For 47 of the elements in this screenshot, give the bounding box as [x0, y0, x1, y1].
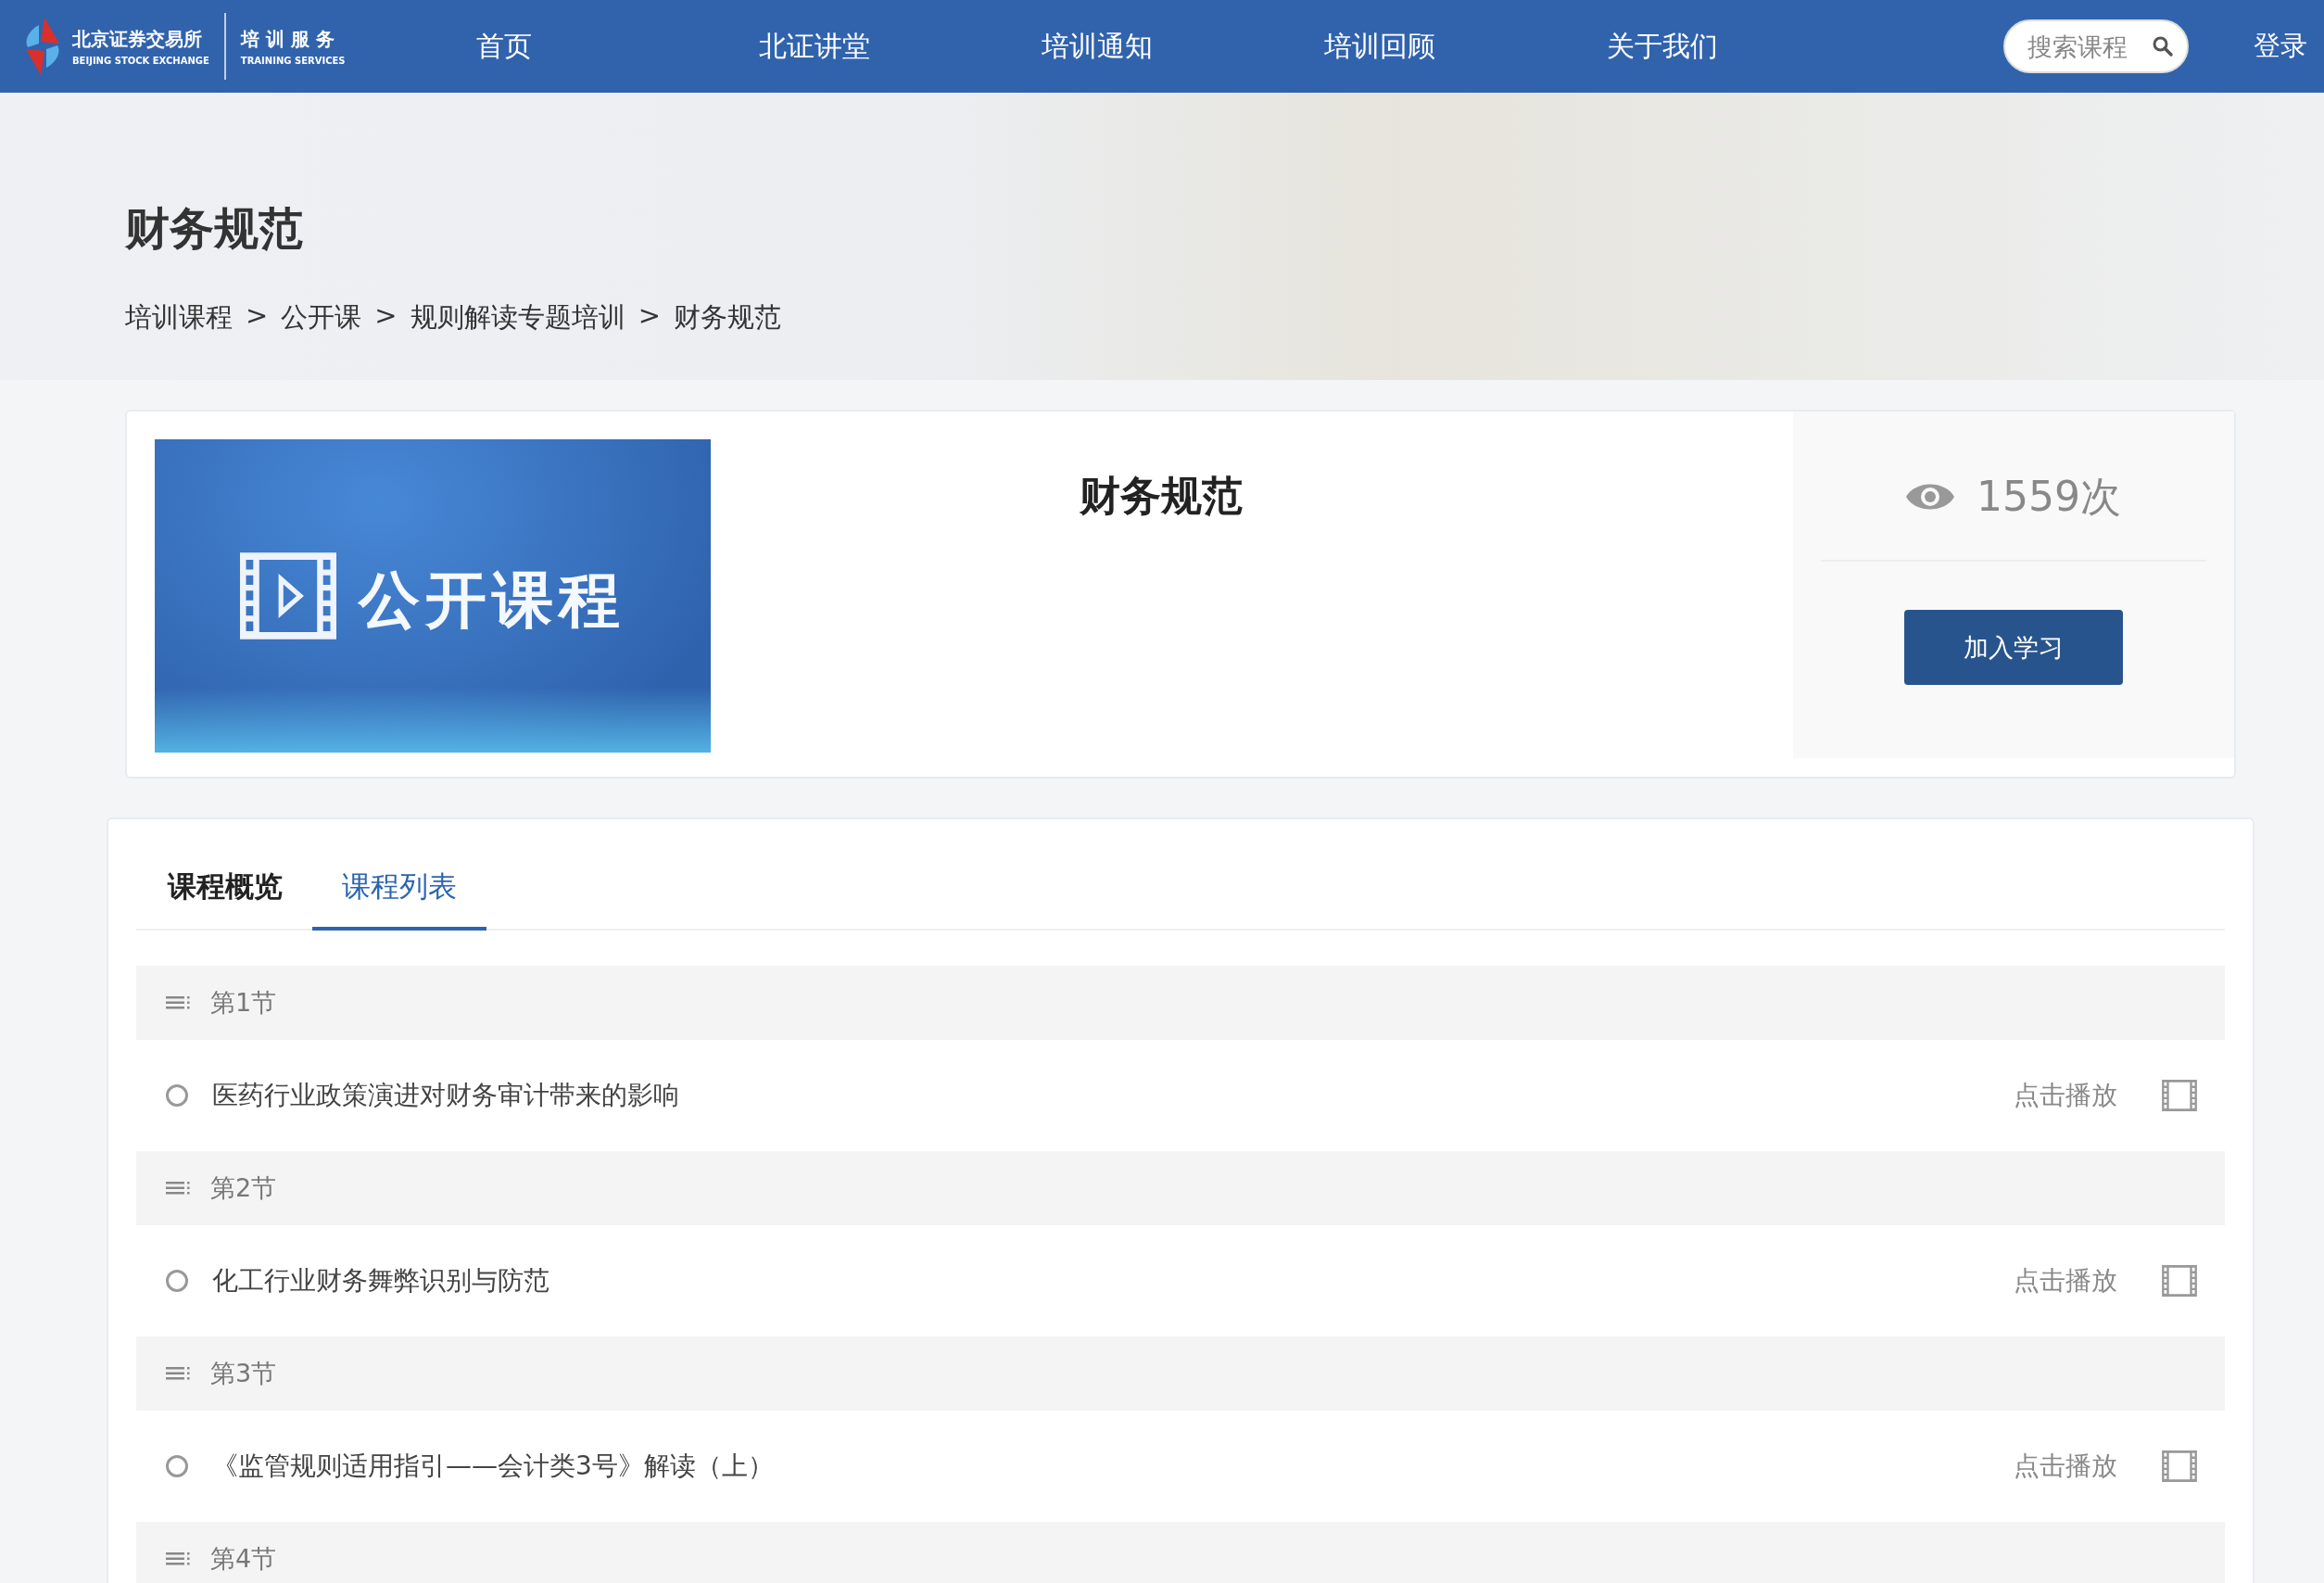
film-icon [2162, 1080, 2197, 1111]
page-title: 财务规范 [125, 201, 304, 256]
breadcrumb-link[interactable]: 培训课程 [125, 299, 233, 336]
logo-subtext: TRAINING SERVICES [240, 56, 346, 66]
logo-text: 北京证券交易所 [72, 27, 203, 52]
join-button[interactable]: 加入学习 [1904, 610, 2123, 685]
view-count: 1559次 [1977, 471, 2121, 522]
breadcrumb-link[interactable]: 公开课 [281, 299, 362, 336]
thumbnail-caption: 公开课程 [359, 564, 625, 638]
logo-text: 培 训 服 务 [240, 27, 335, 52]
film-icon [2162, 1265, 2197, 1297]
list-icon [166, 995, 190, 1010]
play-link[interactable]: 点击播放 [2014, 1263, 2117, 1298]
status-circle-icon [166, 1455, 188, 1477]
course-title: 财务规范 [1080, 471, 1243, 521]
section-title: 第3节 [210, 1358, 277, 1389]
breadcrumb-separator: > [374, 299, 398, 333]
play-link[interactable]: 点击播放 [2014, 1449, 2117, 1484]
logo-subtext: BEIJING STOCK EXCHANGE [72, 56, 209, 66]
section-title: 第1节 [210, 987, 277, 1019]
login-link[interactable]: 登录 [2254, 28, 2307, 65]
lesson-title[interactable]: 医药行业政策演进对财务审计带来的影响 [212, 1078, 1993, 1113]
search-icon [2152, 35, 2174, 57]
list-icon [166, 1181, 190, 1196]
film-icon [2162, 1450, 2197, 1482]
list-icon [166, 1551, 190, 1566]
nav-link[interactable]: 北证讲堂 [759, 27, 1042, 66]
lesson-title[interactable]: 《监管规则适用指引——会计类3号》解读（上） [212, 1449, 1993, 1484]
section-title: 第2节 [210, 1172, 277, 1204]
search-field[interactable]: 搜索课程 [2003, 19, 2189, 73]
list-icon [166, 1366, 190, 1381]
section-title: 第4节 [210, 1543, 277, 1575]
nav-link[interactable]: 培训通知 [1042, 27, 1324, 66]
tab[interactable]: 课程概览 [138, 847, 312, 931]
play-link[interactable]: 点击播放 [2014, 1078, 2117, 1113]
breadcrumb-link[interactable]: 规则解读专题培训 [410, 299, 625, 336]
breadcrumb-link[interactable]: 财务规范 [673, 299, 781, 336]
tab[interactable]: 课程列表 [312, 847, 486, 931]
nav-link[interactable]: 首页 [476, 27, 759, 66]
nav-link[interactable]: 培训回顾 [1324, 27, 1607, 66]
breadcrumb-separator: > [246, 299, 269, 333]
status-circle-icon [166, 1084, 188, 1107]
breadcrumb-separator: > [638, 299, 661, 333]
lesson-title[interactable]: 化工行业财务舞弊识别与防范 [212, 1263, 1993, 1298]
film-icon [240, 552, 336, 640]
status-circle-icon [166, 1270, 188, 1292]
nav-link[interactable]: 关于我们 [1607, 27, 1889, 66]
